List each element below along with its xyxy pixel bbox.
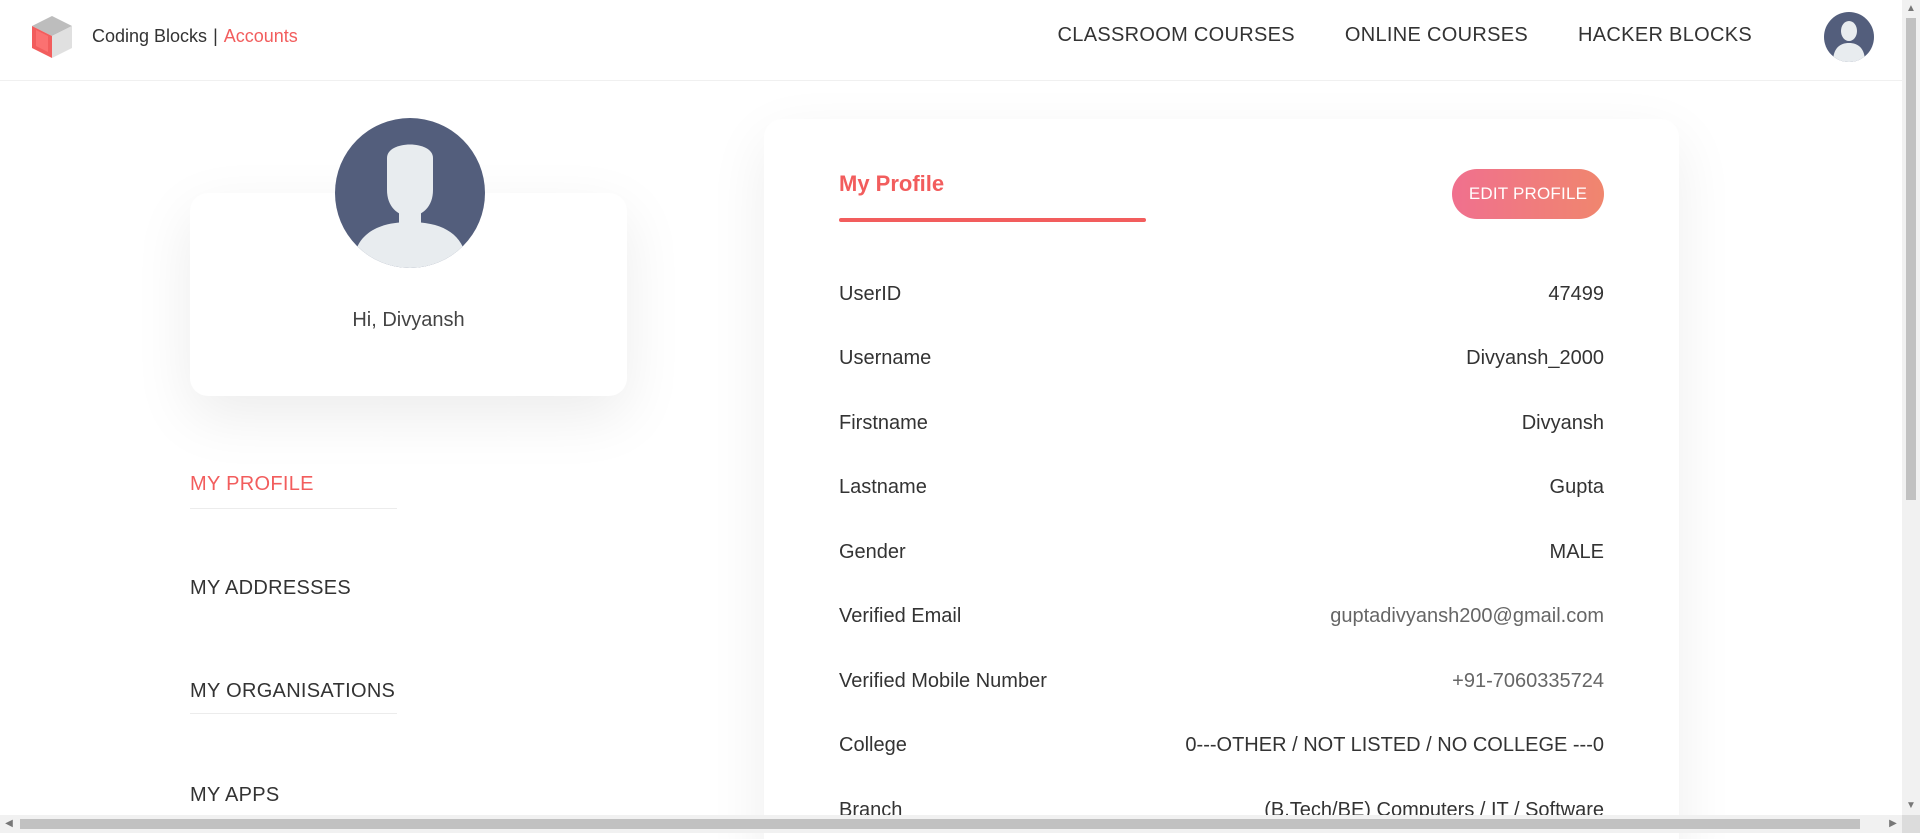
greeting-text: Hi, Divyansh bbox=[352, 309, 465, 331]
field-row-lastname: Lastname Gupta bbox=[839, 456, 1604, 521]
field-value: +91-7060335724 bbox=[1452, 669, 1604, 692]
field-value: Divyansh_2000 bbox=[1466, 347, 1604, 370]
field-row-username: Username Divyansh_2000 bbox=[839, 327, 1604, 392]
profile-title: My Profile bbox=[839, 171, 945, 196]
page: Coding Blocks | Accounts CLASSROOM COURS… bbox=[0, 0, 1920, 839]
field-value: guptadivyansh200@gmail.com bbox=[1330, 605, 1604, 628]
horizontal-scrollbar[interactable]: ◀ ▶ bbox=[0, 815, 1902, 833]
field-label: UserID bbox=[839, 282, 902, 305]
field-value: Divyansh bbox=[1521, 411, 1604, 434]
field-label: Verified Mobile Number bbox=[839, 669, 1047, 692]
field-label: College bbox=[839, 734, 907, 757]
field-row-verified-email: Verified Email guptadivyansh200@gmail.co… bbox=[839, 585, 1604, 650]
vertical-scroll-thumb[interactable] bbox=[1906, 18, 1916, 500]
menu-divider bbox=[190, 508, 397, 509]
horizontal-scroll-thumb[interactable] bbox=[20, 819, 1860, 829]
brand-logo[interactable]: Coding Blocks | Accounts bbox=[28, 12, 298, 60]
profile-side-menu: MY PROFILE MY ADDRESSES MY ORGANISATIONS… bbox=[190, 455, 400, 839]
profile-avatar-icon bbox=[335, 118, 485, 268]
field-row-userid: UserID 47499 bbox=[839, 262, 1604, 327]
profile-fields: UserID 47499 Username Divyansh_2000 Firs… bbox=[839, 262, 1604, 839]
profile-details-card: My Profile EDIT PROFILE UserID 47499 Use… bbox=[764, 119, 1679, 839]
top-nav: CLASSROOM COURSES ONLINE COURSES HACKER … bbox=[1058, 24, 1752, 47]
field-label: Username bbox=[839, 347, 932, 370]
scroll-left-arrow-icon[interactable]: ◀ bbox=[0, 815, 18, 833]
field-label: Gender bbox=[839, 540, 906, 563]
field-row-college: College 0---OTHER / NOT LISTED / NO COLL… bbox=[839, 714, 1604, 779]
scroll-down-arrow-icon[interactable]: ▼ bbox=[1902, 797, 1920, 815]
field-row-gender: Gender MALE bbox=[839, 520, 1604, 585]
field-row-firstname: Firstname Divyansh bbox=[839, 391, 1604, 456]
nav-hacker-blocks[interactable]: HACKER BLOCKS bbox=[1578, 24, 1752, 47]
edit-profile-button[interactable]: EDIT PROFILE bbox=[1452, 169, 1604, 219]
menu-divider bbox=[190, 713, 397, 714]
field-value: 0---OTHER / NOT LISTED / NO COLLEGE ---0 bbox=[1185, 734, 1604, 757]
sidebar-item-my-addresses[interactable]: MY ADDRESSES bbox=[190, 559, 400, 662]
user-avatar-icon[interactable] bbox=[1824, 12, 1874, 62]
field-label: Lastname bbox=[839, 476, 927, 499]
field-row-verified-mobile: Verified Mobile Number +91-7060335724 bbox=[839, 649, 1604, 714]
nav-online-courses[interactable]: ONLINE COURSES bbox=[1345, 24, 1528, 47]
scroll-up-arrow-icon[interactable]: ▲ bbox=[1902, 0, 1920, 18]
field-label: Firstname bbox=[839, 411, 928, 434]
brand-name: Coding Blocks bbox=[92, 25, 208, 46]
brand-separator: | bbox=[213, 25, 218, 46]
nav-classroom-courses[interactable]: CLASSROOM COURSES bbox=[1058, 24, 1295, 47]
field-value: Gupta bbox=[1549, 476, 1604, 499]
field-value: 47499 bbox=[1548, 282, 1604, 305]
brand-section: Accounts bbox=[223, 25, 298, 46]
field-label: Verified Email bbox=[839, 605, 962, 628]
field-value: MALE bbox=[1549, 540, 1604, 563]
vertical-scrollbar[interactable]: ▲ ▼ bbox=[1902, 0, 1920, 815]
title-underline bbox=[839, 218, 1146, 222]
brand-text: Coding Blocks | Accounts bbox=[92, 26, 298, 47]
sidebar-item-my-profile[interactable]: MY PROFILE bbox=[190, 455, 400, 558]
top-header: Coding Blocks | Accounts CLASSROOM COURS… bbox=[0, 0, 1902, 81]
scroll-right-arrow-icon[interactable]: ▶ bbox=[1884, 815, 1902, 833]
coding-blocks-cube-icon bbox=[28, 12, 76, 60]
scrollbar-corner bbox=[1902, 815, 1920, 833]
